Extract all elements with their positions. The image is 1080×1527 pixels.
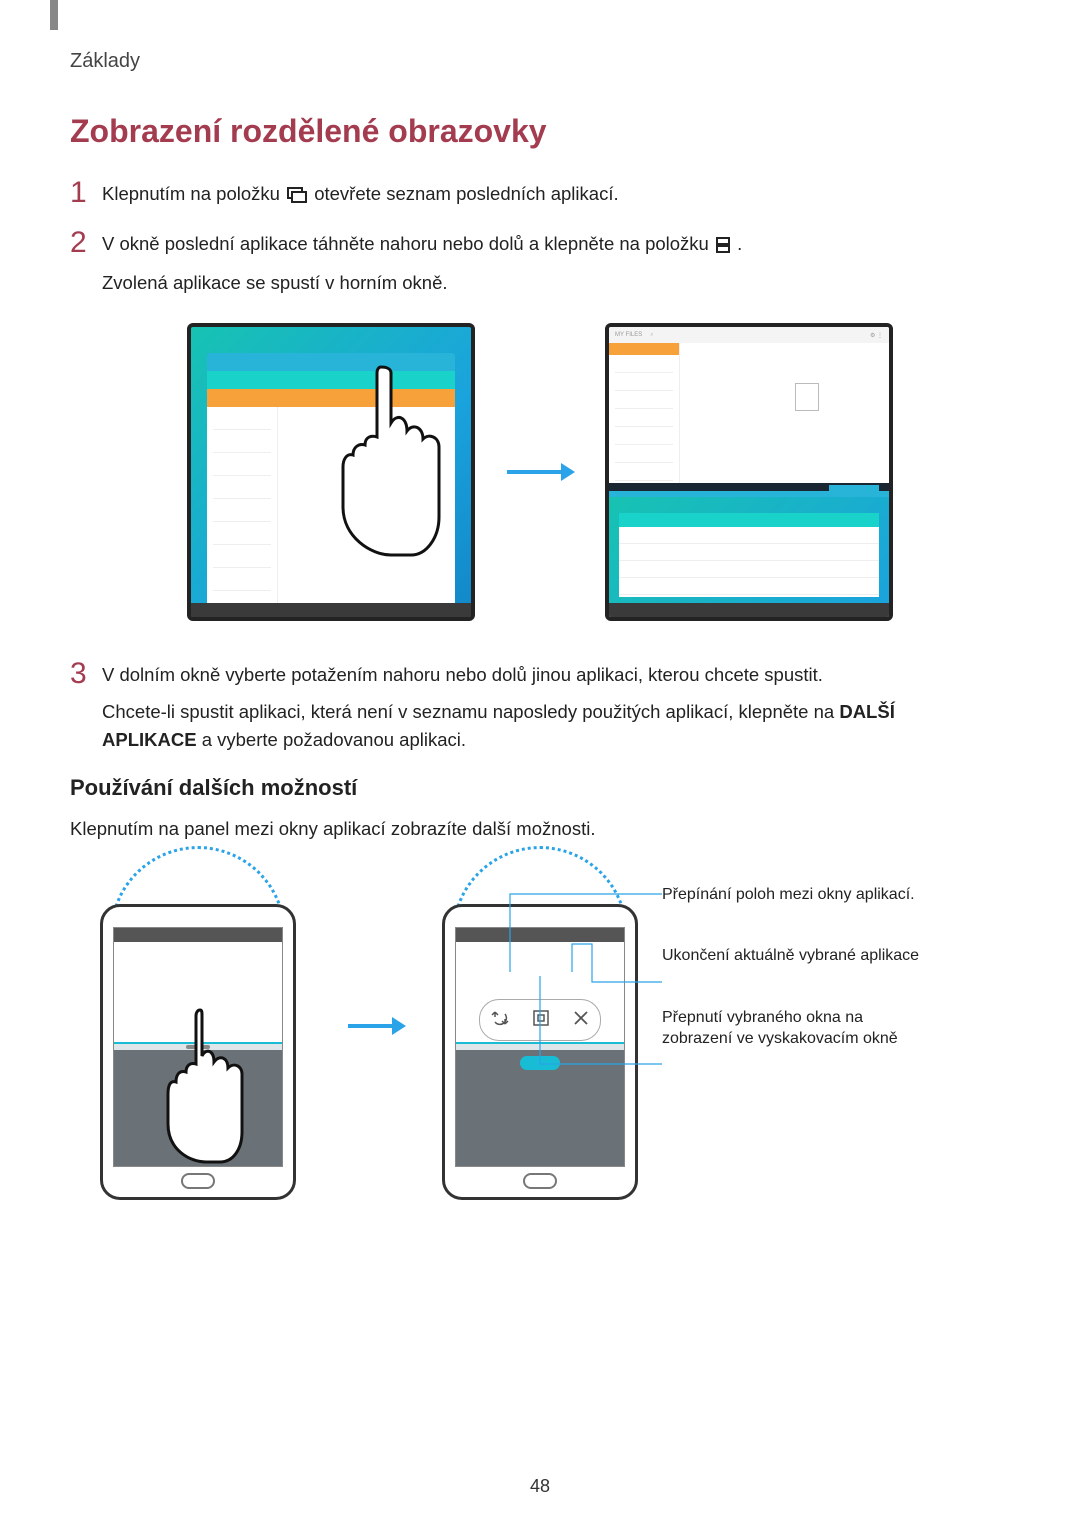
step-1: 1 Klepnutím na položku otevřete seznam p… xyxy=(70,180,1010,212)
arrow-right-icon xyxy=(505,460,575,484)
step-2-text-c: Zvolená aplikace se spustí v horním okně… xyxy=(102,269,742,298)
divider-handle-icon xyxy=(520,1056,560,1070)
split-screen-icon xyxy=(716,233,730,262)
step-2-body: V okně poslední aplikace táhněte nahoru … xyxy=(102,230,742,298)
step-3-body: V dolním okně vyberte potažením nahoru n… xyxy=(102,661,962,755)
step-1-text-b: otevřete seznam posledních aplikací. xyxy=(314,183,618,204)
step-1-body: Klepnutím na položku otevřete seznam pos… xyxy=(102,180,619,212)
subsection-body: Klepnutím na panel mezi okny aplikací zo… xyxy=(70,815,1010,844)
figure-split-result-screenshot: MY FILES⌕⚙ ⋮ xyxy=(605,323,893,621)
popup-view-icon xyxy=(532,1009,550,1032)
step-2-number: 2 xyxy=(70,228,102,258)
hand-pointer-icon xyxy=(321,357,441,557)
subsection-title: Používání dalších možností xyxy=(70,775,1010,801)
section-title: Zobrazení rozdělené obrazovky xyxy=(70,113,1010,150)
figure-additional-options: Přepínání poloh mezi okny aplikací. Ukon… xyxy=(70,864,1010,1200)
step-3-text-b-post: a vyberte požadovanou aplikaci. xyxy=(197,729,466,750)
step-1-text-a: Klepnutím na položku xyxy=(102,183,285,204)
step-3-text-a: V dolním okně vyberte potažením nahoru n… xyxy=(102,661,962,690)
figure-tap-divider xyxy=(70,864,320,1200)
page-tab-mark xyxy=(50,0,58,30)
step-3-text-b-pre: Chcete-li spustit aplikaci, která není v… xyxy=(102,701,839,722)
close-icon xyxy=(573,1010,589,1031)
page-number: 48 xyxy=(0,1476,1080,1497)
divider-options-popup xyxy=(479,999,601,1041)
arrow-right-icon xyxy=(346,1014,406,1038)
figure-split-screen-steps: MY FILES⌕⚙ ⋮ xyxy=(70,323,1010,621)
figure-recent-apps-screenshot xyxy=(187,323,475,621)
recent-apps-icon xyxy=(287,183,307,212)
figure-popup-options: Přepínání poloh mezi okny aplikací. Ukon… xyxy=(432,864,922,1200)
swap-windows-icon xyxy=(491,1009,509,1032)
step-2-text-b: . xyxy=(737,233,742,254)
breadcrumb: Základy xyxy=(70,50,1010,73)
callout-close-app: Ukončení aktuálně vybrané aplikace xyxy=(662,945,922,967)
hand-pointer-icon xyxy=(156,1004,246,1164)
callout-popup-view: Přepnutí vybraného okna na zobrazení ve … xyxy=(662,1007,922,1050)
step-3: 3 V dolním okně vyberte potažením nahoru… xyxy=(70,661,1010,755)
step-2: 2 V okně poslední aplikace táhněte nahor… xyxy=(70,230,1010,298)
step-3-number: 3 xyxy=(70,659,102,689)
step-1-number: 1 xyxy=(70,178,102,208)
callout-swap-windows: Přepínání poloh mezi okny aplikací. xyxy=(662,884,922,906)
step-2-text-a: V okně poslední aplikace táhněte nahoru … xyxy=(102,233,714,254)
